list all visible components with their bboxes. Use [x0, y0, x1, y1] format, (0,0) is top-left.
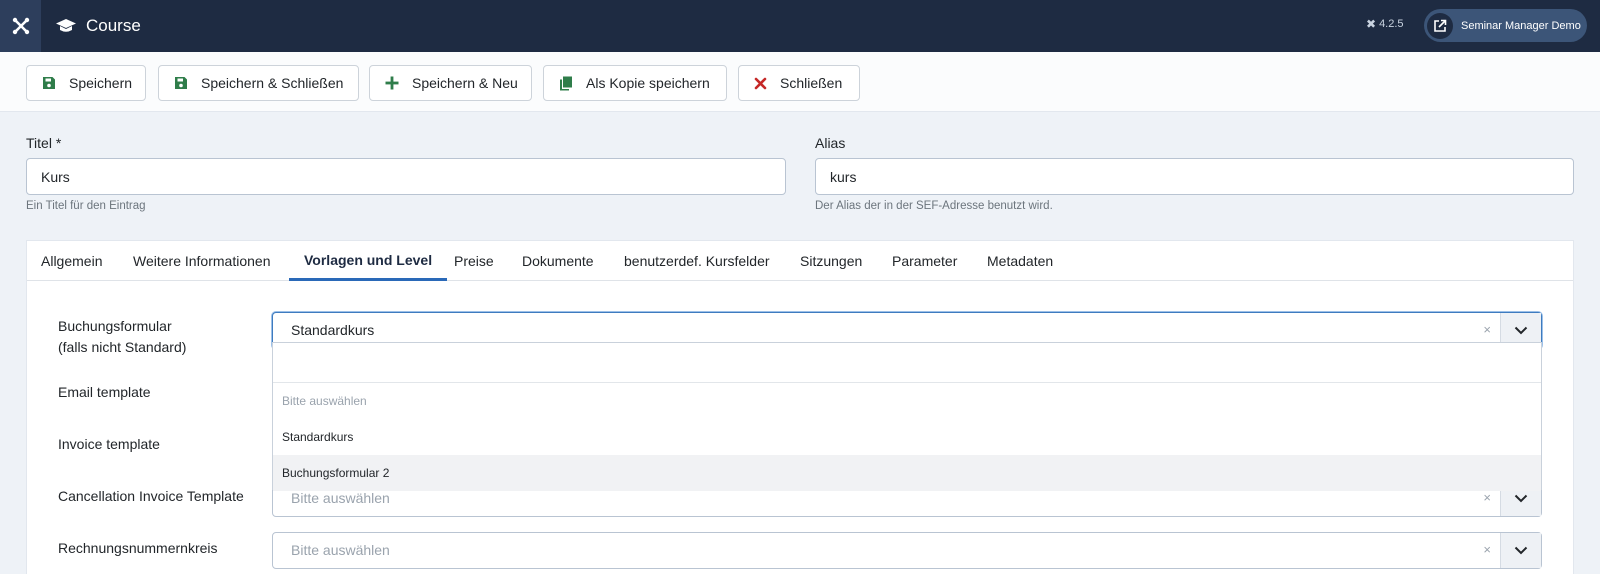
booking-form-label: Buchungsformular (falls nicht Standard)	[58, 316, 186, 358]
dropdown-search-input[interactable]	[273, 343, 1541, 383]
close-button[interactable]: Schließen	[738, 65, 860, 101]
tab-kursfelder[interactable]: benutzerdef. Kursfelder	[624, 241, 770, 281]
page-title: Course	[55, 16, 141, 36]
cancellation-template-value: Bitte auswählen	[291, 490, 390, 506]
floppy-disk-icon	[175, 77, 187, 89]
page-title-text: Course	[86, 16, 141, 35]
email-template-label: Email template	[58, 384, 151, 400]
clear-icon[interactable]: ×	[1483, 490, 1491, 505]
dropdown-option-highlighted[interactable]: Buchungsformular 2	[273, 455, 1541, 491]
close-label: Schließen	[780, 75, 843, 91]
invoice-template-label: Invoice template	[58, 436, 160, 452]
save-close-button[interactable]: Speichern & Schließen	[158, 65, 359, 101]
booking-form-label-line2: (falls nicht Standard)	[58, 339, 187, 355]
title-label: Titel *	[26, 135, 62, 151]
joomla-small-icon: ✖	[1366, 17, 1377, 31]
save-copy-button[interactable]: Als Kopie speichern	[543, 65, 727, 101]
close-icon	[754, 77, 767, 89]
external-link-icon	[1427, 12, 1453, 39]
save-button[interactable]: Speichern	[26, 65, 146, 101]
tab-vorlagen-und-level[interactable]: Vorlagen und Level	[289, 241, 448, 281]
top-header: Course ✖ 4.2.5 Seminar Manager Demo	[0, 0, 1600, 52]
tab-bar: Allgemein Weitere Informationen Vorlagen…	[27, 241, 1573, 281]
joomla-logo-icon[interactable]	[0, 0, 41, 52]
view-site-button[interactable]: Seminar Manager Demo	[1424, 9, 1587, 42]
dropdown-option[interactable]: Standardkurs	[273, 419, 1541, 455]
toolbar: Speichern Speichern & Schließen Speicher…	[0, 52, 1600, 112]
chevron-down-icon[interactable]	[1500, 533, 1541, 568]
tab-allgemein[interactable]: Allgemein	[41, 241, 102, 281]
tab-metadaten[interactable]: Metadaten	[987, 241, 1053, 281]
title-hint: Ein Titel für den Eintrag	[26, 200, 146, 212]
dropdown-option[interactable]: Bitte auswählen	[273, 383, 1541, 419]
alias-label: Alias	[815, 135, 846, 151]
title-input[interactable]: Kurs	[26, 158, 786, 195]
alias-hint: Der Alias der in der SEF-Adresse benutzt…	[815, 200, 1053, 212]
invoice-number-value: Bitte auswählen	[291, 542, 390, 558]
tab-sitzungen[interactable]: Sitzungen	[800, 241, 862, 281]
plus-icon	[385, 76, 399, 90]
tab-parameter[interactable]: Parameter	[892, 241, 957, 281]
version-info: ✖ 4.2.5	[1366, 17, 1404, 31]
tab-dokumente[interactable]: Dokumente	[522, 241, 594, 281]
floppy-disk-icon	[43, 77, 55, 89]
clear-icon[interactable]: ×	[1483, 542, 1491, 557]
clear-icon[interactable]: ×	[1483, 322, 1491, 337]
invoice-number-label: Rechnungsnummernkreis	[58, 540, 218, 556]
copy-icon	[560, 76, 572, 90]
booking-form-value: Standardkurs	[291, 322, 375, 338]
save-close-label: Speichern & Schließen	[201, 75, 344, 91]
save-new-label: Speichern & Neu	[412, 75, 518, 91]
booking-form-label-line1: Buchungsformular	[58, 318, 172, 334]
version-text: 4.2.5	[1379, 18, 1404, 30]
cancellation-template-label: Cancellation Invoice Template	[58, 488, 244, 504]
alias-input[interactable]: kurs	[815, 158, 1574, 195]
site-name: Seminar Manager Demo	[1461, 19, 1581, 32]
booking-form-dropdown: Bitte auswählen Standardkurs Buchungsfor…	[272, 342, 1542, 491]
graduation-cap-icon	[56, 19, 76, 32]
tab-preise[interactable]: Preise	[454, 241, 494, 281]
save-label: Speichern	[69, 75, 133, 91]
save-copy-label: Als Kopie speichern	[586, 75, 710, 91]
invoice-number-select[interactable]: Bitte auswählen ×	[272, 532, 1542, 569]
save-new-button[interactable]: Speichern & Neu	[369, 65, 532, 101]
tab-weitere-informationen[interactable]: Weitere Informationen	[133, 241, 270, 281]
